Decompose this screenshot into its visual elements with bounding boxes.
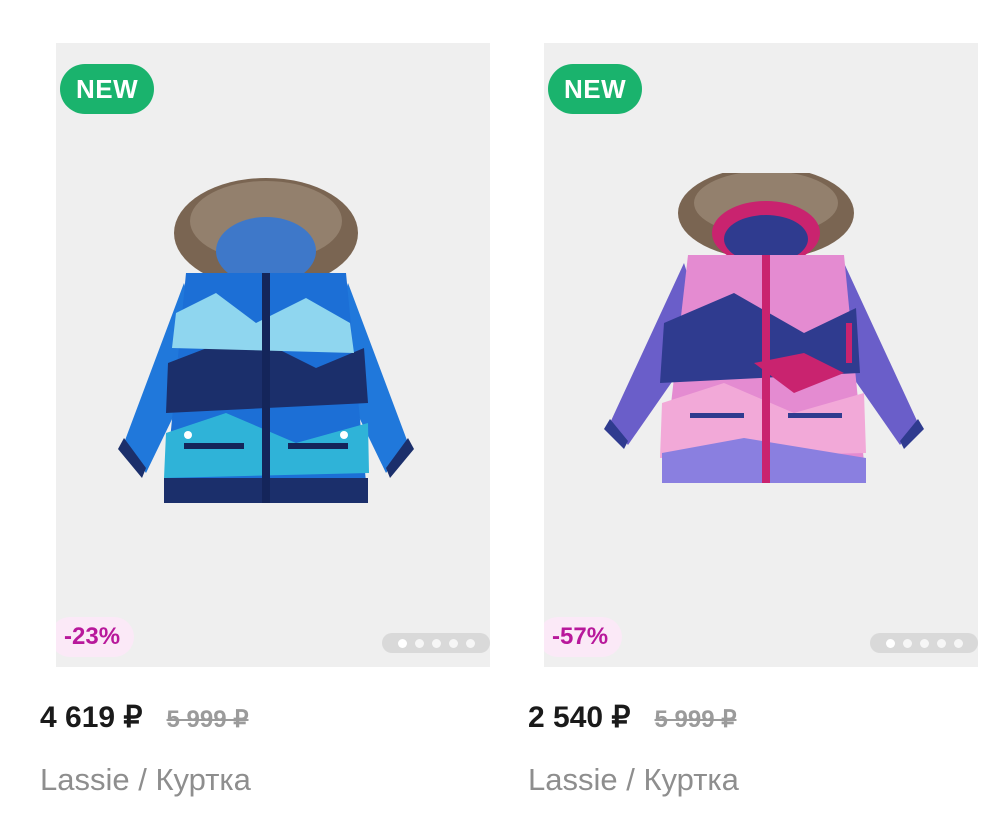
carousel-dot[interactable] [431, 638, 441, 648]
carousel-dot[interactable] [448, 638, 458, 648]
carousel-dot-active[interactable] [885, 638, 895, 648]
carousel-dot[interactable] [953, 638, 963, 648]
old-price: 5 999 ₽ [166, 706, 249, 733]
carousel-dot[interactable] [936, 638, 946, 648]
blue-jacket-image [118, 178, 414, 503]
current-price: 2 540 ₽ [528, 701, 631, 734]
discount-badge: -57% [544, 617, 623, 657]
image-carousel-dots[interactable] [382, 633, 490, 653]
price-row: 2 540 ₽ 5 999 ₽ [528, 700, 737, 735]
carousel-dot[interactable] [465, 638, 475, 648]
carousel-dot-active[interactable] [397, 638, 407, 648]
discount-badge: -23% [56, 617, 135, 657]
new-badge: NEW [548, 64, 643, 114]
product-image[interactable]: NEW [544, 43, 978, 667]
carousel-dot[interactable] [919, 638, 929, 648]
old-price: 5 999 ₽ [654, 706, 737, 733]
product-image[interactable]: NEW [56, 43, 490, 667]
image-carousel-dots[interactable] [870, 633, 978, 653]
product-title[interactable]: Lassie / Куртка [40, 762, 251, 798]
cropped-text-line: _ [40, 826, 57, 840]
pink-jacket-image [604, 173, 924, 483]
new-badge: NEW [60, 64, 155, 114]
carousel-dot[interactable] [902, 638, 912, 648]
product-card[interactable]: NEW [40, 0, 490, 840]
price-row: 4 619 ₽ 5 999 ₽ [40, 700, 249, 735]
cropped-text-line: _ [528, 826, 545, 840]
product-grid: NEW -23% 4 619 ₽ 5 999 ₽ Lassie / Куртка… [0, 0, 1000, 840]
product-card[interactable]: NEW [528, 0, 978, 840]
current-price: 4 619 ₽ [40, 701, 143, 734]
carousel-dot[interactable] [414, 638, 424, 648]
product-title[interactable]: Lassie / Куртка [528, 762, 739, 798]
